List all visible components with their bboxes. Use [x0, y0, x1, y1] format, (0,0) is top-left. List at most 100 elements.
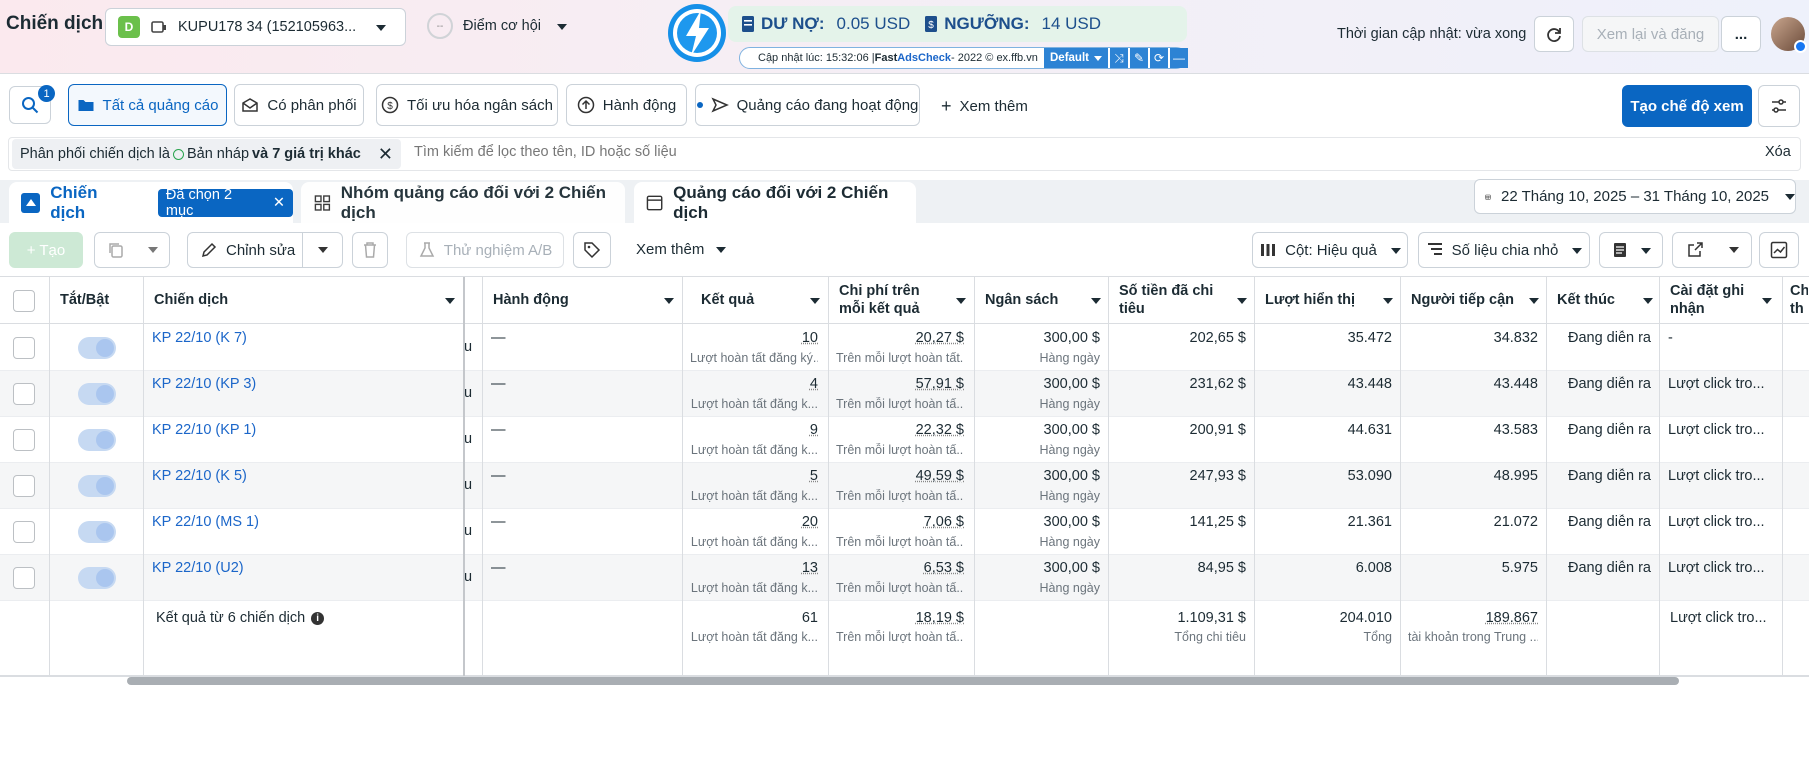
result-value[interactable]: 9: [690, 422, 818, 438]
sort-icon[interactable]: [1643, 298, 1653, 304]
edit-icon[interactable]: ✎: [1130, 48, 1148, 68]
sort-icon[interactable]: [810, 298, 820, 304]
tab-budget-optimization[interactable]: $ Tối ưu hóa ngân sách: [376, 84, 558, 126]
row-checkbox[interactable]: [13, 475, 35, 497]
end-status: Đang diễn ra: [1567, 330, 1651, 346]
account-selector[interactable]: D KUPU178 34 (152105963...: [105, 8, 406, 46]
selected-badge[interactable]: Đã chọn 2 mục ✕: [157, 187, 293, 219]
result-value[interactable]: 4: [690, 376, 818, 392]
sort-icon[interactable]: [1529, 298, 1539, 304]
see-more-filters[interactable]: + Xem thêm: [941, 96, 1028, 117]
account-icon: [150, 18, 168, 36]
campaign-name-link[interactable]: KP 22/10 (K 5): [152, 468, 247, 484]
result-value[interactable]: 20: [690, 514, 818, 530]
horizontal-scrollbar[interactable]: [127, 677, 1679, 685]
select-all-checkbox[interactable]: [13, 290, 35, 312]
shuffle-icon[interactable]: ⤨: [1110, 48, 1128, 68]
sort-icon[interactable]: [445, 298, 455, 304]
charts-button[interactable]: [1759, 232, 1799, 268]
breakdown-button[interactable]: Số liệu chia nhỏ: [1418, 232, 1590, 268]
trash-icon: [361, 241, 379, 259]
more-options-button[interactable]: ...: [1721, 16, 1761, 52]
tab-label: Có phân phối: [267, 96, 357, 114]
columns-button[interactable]: Cột: Hiệu quả: [1252, 232, 1408, 268]
status-toggle[interactable]: [78, 521, 116, 543]
header-cost-per-result[interactable]: Chi phí trên mỗi kết quả: [839, 282, 947, 329]
toolbar-see-more[interactable]: Xem thêm: [636, 241, 726, 258]
header-amount-spent[interactable]: Số tiền đã chi tiêu: [1119, 282, 1229, 329]
info-icon[interactable]: i: [311, 611, 325, 625]
status-toggle[interactable]: [78, 337, 116, 359]
cost-per-result[interactable]: 7,06 $: [836, 514, 964, 530]
create-view-button[interactable]: Tạo chế độ xem: [1622, 85, 1752, 127]
cost-per-result[interactable]: 6,53 $: [836, 560, 964, 576]
campaign-name-link[interactable]: KP 22/10 (U2): [152, 560, 244, 576]
sort-icon[interactable]: [664, 298, 674, 304]
row-checkbox[interactable]: [13, 337, 35, 359]
delete-button[interactable]: [352, 232, 388, 268]
close-icon[interactable]: ✕: [378, 144, 393, 165]
header-attribution[interactable]: Cài đặt ghi nhận: [1670, 282, 1760, 329]
opportunity-score[interactable]: -- Điểm cơ hội: [427, 13, 567, 39]
settings-button[interactable]: [1758, 85, 1800, 127]
sort-icon[interactable]: [1383, 298, 1393, 304]
avatar[interactable]: [1771, 17, 1807, 53]
ab-test-label: Thử nghiệm A/B: [443, 241, 553, 259]
chevron-down-icon: [318, 247, 328, 253]
sort-icon[interactable]: [1237, 298, 1247, 304]
row-checkbox[interactable]: [13, 521, 35, 543]
row-checkbox[interactable]: [13, 429, 35, 451]
threshold-label: NGƯỠNG:: [944, 14, 1030, 33]
minimize-icon[interactable]: —: [1170, 48, 1188, 68]
status-toggle[interactable]: [78, 475, 116, 497]
tab-adsets[interactable]: Nhóm quảng cáo đối với 2 Chiến dịch: [301, 182, 625, 223]
see-more-label: Xem thêm: [636, 241, 705, 258]
status-toggle[interactable]: [78, 567, 116, 589]
row-checkbox[interactable]: [13, 383, 35, 405]
campaign-name-link[interactable]: KP 22/10 (KP 1): [152, 422, 256, 438]
result-value[interactable]: 10: [690, 330, 818, 346]
refresh-icon[interactable]: ⟳: [1150, 48, 1168, 68]
clear-filters-link[interactable]: Xóa: [1765, 144, 1791, 160]
tab-campaigns[interactable]: Chiến dịch Đã chọn 2 mục ✕: [9, 182, 293, 223]
header-next[interactable]: Ch th: [1790, 282, 1808, 329]
cost-per-result[interactable]: 49,59 $: [836, 468, 964, 484]
tab-ads[interactable]: Quảng cáo đối với 2 Chiến dịch: [634, 182, 916, 223]
filter-chip[interactable]: Phân phối chiến dịch là Bản nháp và 7 gi…: [12, 139, 401, 169]
grid-icon: [314, 194, 331, 212]
create-button[interactable]: + Tạo: [9, 232, 83, 268]
duplicate-button[interactable]: [94, 232, 170, 268]
result-value[interactable]: 13: [690, 560, 818, 576]
profile-select[interactable]: Default: [1044, 48, 1108, 68]
search-input[interactable]: Tìm kiếm để lọc theo tên, ID hoặc số liệ…: [414, 144, 677, 160]
sort-icon[interactable]: [1762, 298, 1772, 304]
tab-delivering[interactable]: Có phân phối: [234, 84, 364, 126]
close-icon[interactable]: ✕: [273, 195, 285, 211]
cost-per-result[interactable]: 20,27 $: [836, 330, 964, 346]
campaign-name-link[interactable]: KP 22/10 (KP 3): [152, 376, 256, 392]
document-icon: [741, 15, 755, 33]
tag-button[interactable]: [573, 232, 611, 268]
refresh-button[interactable]: [1534, 16, 1574, 52]
ab-test-button[interactable]: Thử nghiệm A/B: [406, 232, 564, 268]
cost-per-result[interactable]: 22,32 $: [836, 422, 964, 438]
reports-button[interactable]: [1599, 232, 1663, 268]
tab-active-ads[interactable]: Quảng cáo đang hoạt động: [695, 84, 920, 126]
cost-per-result[interactable]: 57,91 $: [836, 376, 964, 392]
campaign-name-link[interactable]: KP 22/10 (K 7): [152, 330, 247, 346]
export-button[interactable]: [1672, 232, 1752, 268]
date-range-picker[interactable]: 22 Tháng 10, 2025 – 31 Tháng 10, 2025: [1474, 179, 1796, 214]
status-toggle[interactable]: [78, 429, 116, 451]
campaign-name-link[interactable]: KP 22/10 (MS 1): [152, 514, 259, 530]
tab-all-ads[interactable]: Tất cả quảng cáo: [68, 84, 227, 126]
result-value[interactable]: 5: [690, 468, 818, 484]
attribution-setting: Lượt click tro...: [1668, 560, 1765, 576]
edit-button[interactable]: Chỉnh sửa: [187, 232, 343, 268]
edit-label: Chỉnh sửa: [226, 241, 296, 259]
row-checkbox[interactable]: [13, 567, 35, 589]
review-publish-button[interactable]: Xem lại và đăng: [1582, 16, 1719, 52]
status-toggle[interactable]: [78, 383, 116, 405]
sort-icon[interactable]: [1091, 298, 1101, 304]
sort-icon[interactable]: [956, 298, 966, 304]
tab-actions[interactable]: Hành động: [566, 84, 687, 126]
